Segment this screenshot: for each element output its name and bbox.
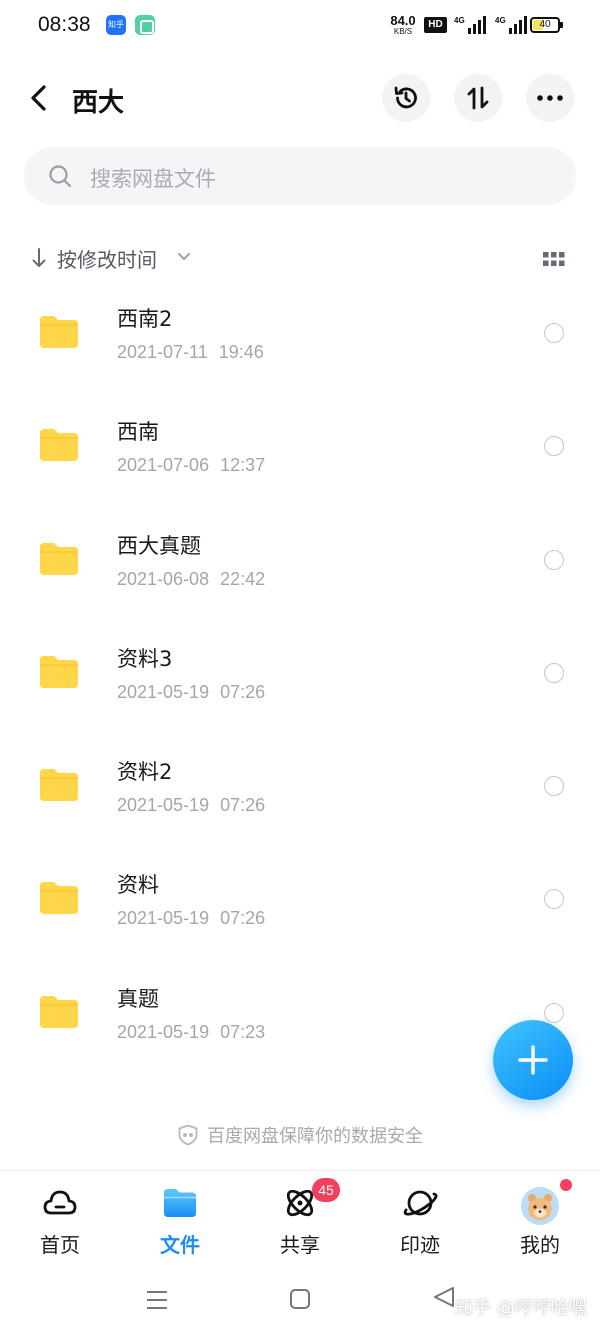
cloud-icon <box>43 1190 77 1215</box>
add-button[interactable] <box>493 1020 573 1100</box>
grid-view-icon[interactable] <box>543 251 565 267</box>
notification-dot <box>560 1179 572 1191</box>
page-title: 西大 <box>72 88 125 118</box>
back-triangle-icon[interactable] <box>433 1286 455 1308</box>
folder-icon <box>40 655 78 688</box>
transfer-button[interactable] <box>454 74 502 122</box>
security-notice-text: 百度网盘保障你的数据安全 <box>207 1126 423 1147</box>
bottom-nav: 首页 文件 45 共享 印迹 我的 <box>0 1170 600 1270</box>
nav-home[interactable]: 首页 <box>10 1183 110 1263</box>
nav-files-label: 文件 <box>160 1233 200 1257</box>
file-row[interactable]: 西大真题 2021-06-08 22:42 <box>0 503 600 616</box>
file-date: 2021-05-19 07:26 <box>117 908 266 929</box>
signal-label: 4G <box>454 16 465 25</box>
nav-home-label: 首页 <box>40 1233 80 1257</box>
file-list: 西南2 2021-07-11 19:46 西南 2021-07-06 12:37… <box>0 276 600 1069</box>
network-speed: 84.0 KB/S <box>388 14 418 36</box>
chevron-left-icon <box>31 85 46 111</box>
file-date: 2021-06-08 22:42 <box>117 568 266 589</box>
file-name: 真题 <box>117 986 159 1011</box>
nav-mine-label: 我的 <box>520 1233 560 1257</box>
back-button[interactable] <box>24 82 54 114</box>
file-name: 资料2 <box>117 760 173 785</box>
nav-trace[interactable]: 印迹 <box>370 1183 470 1263</box>
search-bar[interactable]: 搜索网盘文件 <box>24 147 576 205</box>
avatar <box>521 1187 559 1225</box>
file-date: 2021-05-19 07:26 <box>117 681 266 702</box>
zhihu-app-icon: 知乎 <box>106 15 126 35</box>
history-icon <box>394 86 417 109</box>
more-dots-icon <box>537 95 563 101</box>
file-row[interactable]: 西南 2021-07-06 12:37 <box>0 389 600 502</box>
nav-share-label: 共享 <box>280 1233 320 1257</box>
status-bar: 08:38 知乎 84.0 KB/S HD 4G 4G 40 <box>0 0 600 52</box>
green-app-icon <box>135 15 155 35</box>
nav-trace-label: 印迹 <box>400 1233 440 1257</box>
network-speed-value: 84.0 <box>390 13 416 28</box>
select-checkbox[interactable] <box>544 776 564 797</box>
folder-tab-icon <box>164 1189 196 1217</box>
file-name: 资料3 <box>117 646 173 671</box>
sort-option-button[interactable]: 按修改时间 <box>57 244 157 273</box>
share-badge: 45 <box>312 1178 340 1202</box>
plus-icon <box>518 1045 548 1075</box>
system-nav-bar: 知乎 @哼哼哈嘿 <box>0 1270 600 1333</box>
nav-files[interactable]: 文件 <box>130 1183 230 1263</box>
menu-icon[interactable] <box>146 1289 168 1311</box>
history-button[interactable] <box>382 74 430 122</box>
file-row[interactable]: 资料2 2021-05-19 07:26 <box>0 729 600 842</box>
file-row[interactable]: 资料3 2021-05-19 07:26 <box>0 616 600 729</box>
nav-share[interactable]: 45 共享 <box>250 1178 350 1263</box>
folder-icon <box>40 316 78 348</box>
file-date: 2021-07-11 19:46 <box>117 342 264 362</box>
network-speed-unit: KB/S <box>393 27 413 36</box>
sort-bar: 按修改时间 <box>30 243 575 273</box>
file-row[interactable]: 资料 2021-05-19 07:26 <box>0 842 600 955</box>
file-name: 西南2 <box>117 307 173 331</box>
signal-label-2: 4G <box>495 16 506 25</box>
chevron-down-icon[interactable] <box>177 251 191 263</box>
file-date: 2021-05-19 07:23 <box>117 1021 266 1042</box>
folder-icon <box>40 995 78 1028</box>
select-checkbox[interactable] <box>544 549 564 570</box>
select-checkbox[interactable] <box>544 323 564 343</box>
signal-icon-2: 4G <box>495 16 527 34</box>
hd-icon: HD <box>424 17 447 33</box>
select-checkbox[interactable] <box>544 1002 564 1023</box>
folder-icon <box>40 542 78 575</box>
transfer-icon <box>467 86 489 110</box>
battery-level: 40 <box>539 19 551 30</box>
home-icon[interactable] <box>290 1289 310 1309</box>
file-name: 资料 <box>117 873 159 898</box>
folder-icon <box>40 882 78 915</box>
file-date: 2021-07-06 12:37 <box>117 455 266 476</box>
planet-icon <box>403 1190 438 1216</box>
battery-icon: 40 <box>530 17 563 33</box>
select-checkbox[interactable] <box>544 662 564 683</box>
signal-icon: 4G <box>454 16 486 34</box>
search-icon <box>49 165 72 188</box>
more-button[interactable] <box>526 74 574 122</box>
folder-icon <box>40 429 78 462</box>
select-checkbox[interactable] <box>544 889 564 910</box>
folder-icon <box>40 769 78 802</box>
search-placeholder: 搜索网盘文件 <box>90 167 216 191</box>
watermark: 知乎 @哼哼哈嘿 <box>455 1298 587 1319</box>
nav-mine[interactable]: 我的 <box>490 1179 590 1263</box>
file-row[interactable]: 西南2 2021-07-11 19:46 <box>0 276 600 389</box>
security-notice: 百度网盘保障你的数据安全 <box>0 1122 600 1148</box>
avatar-image <box>521 1187 559 1225</box>
status-time: 08:38 <box>38 13 91 36</box>
file-date: 2021-05-19 07:26 <box>117 795 266 816</box>
file-name: 西南 <box>117 420 159 445</box>
shield-icon <box>178 1124 198 1146</box>
select-checkbox[interactable] <box>544 436 564 457</box>
arrow-down-icon <box>32 248 46 267</box>
file-name: 西大真题 <box>117 533 201 558</box>
